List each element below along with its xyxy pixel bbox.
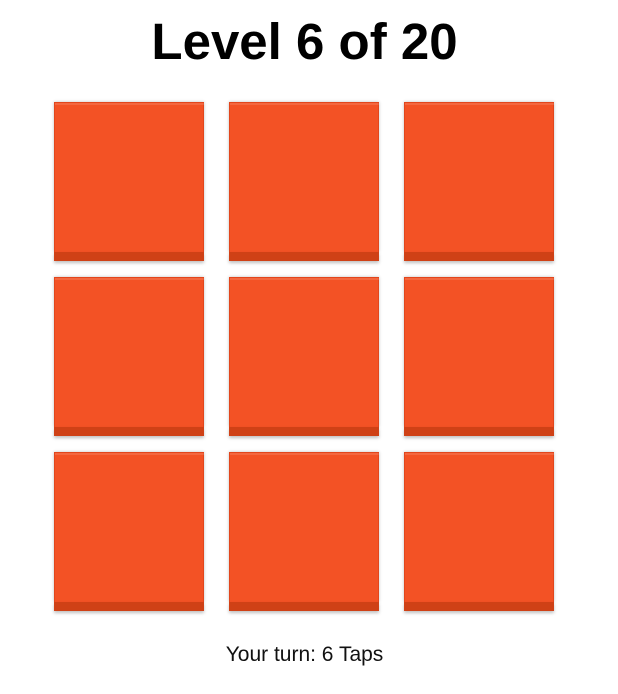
tile-r1-c2[interactable] bbox=[229, 102, 380, 261]
tile-edge bbox=[404, 427, 554, 436]
tile-highlight bbox=[230, 103, 380, 105]
tile-edge bbox=[54, 427, 204, 436]
tile-face bbox=[54, 452, 205, 602]
tile-face bbox=[54, 102, 205, 252]
tile-r1-c1[interactable] bbox=[54, 102, 205, 261]
tile-face bbox=[229, 102, 380, 252]
turn-status: Your turn: 6 Taps bbox=[225, 643, 384, 666]
tile-highlight bbox=[55, 103, 205, 105]
tile-edge bbox=[229, 602, 379, 611]
tile-edge bbox=[229, 427, 379, 436]
tile-face bbox=[54, 277, 205, 427]
tile-r3-c3[interactable] bbox=[404, 452, 555, 611]
tile-edge bbox=[54, 602, 204, 611]
tile-grid bbox=[54, 102, 555, 611]
tile-r3-c2[interactable] bbox=[229, 452, 380, 611]
tile-highlight bbox=[230, 453, 380, 455]
tile-r3-c1[interactable] bbox=[54, 452, 205, 611]
tile-highlight bbox=[55, 278, 205, 280]
tile-face bbox=[229, 277, 380, 427]
tile-highlight bbox=[55, 453, 205, 455]
tile-r2-c3[interactable] bbox=[404, 277, 555, 436]
tile-highlight bbox=[405, 278, 555, 280]
tile-highlight bbox=[230, 278, 380, 280]
tile-face bbox=[404, 452, 555, 602]
game-screen: Level 6 of 20 Your turn: 6 Taps bbox=[0, 0, 618, 694]
tile-r2-c2[interactable] bbox=[229, 277, 380, 436]
tile-r2-c1[interactable] bbox=[54, 277, 205, 436]
tile-edge bbox=[404, 602, 554, 611]
tile-r1-c3[interactable] bbox=[404, 102, 555, 261]
tile-highlight bbox=[405, 453, 555, 455]
tile-edge bbox=[54, 252, 204, 261]
tile-edge bbox=[229, 252, 379, 261]
tile-edge bbox=[404, 252, 554, 261]
level-title: Level 6 of 20 bbox=[151, 13, 458, 70]
tile-highlight bbox=[405, 103, 555, 105]
tile-face bbox=[404, 102, 555, 252]
tile-face bbox=[404, 277, 555, 427]
tile-face bbox=[229, 452, 380, 602]
